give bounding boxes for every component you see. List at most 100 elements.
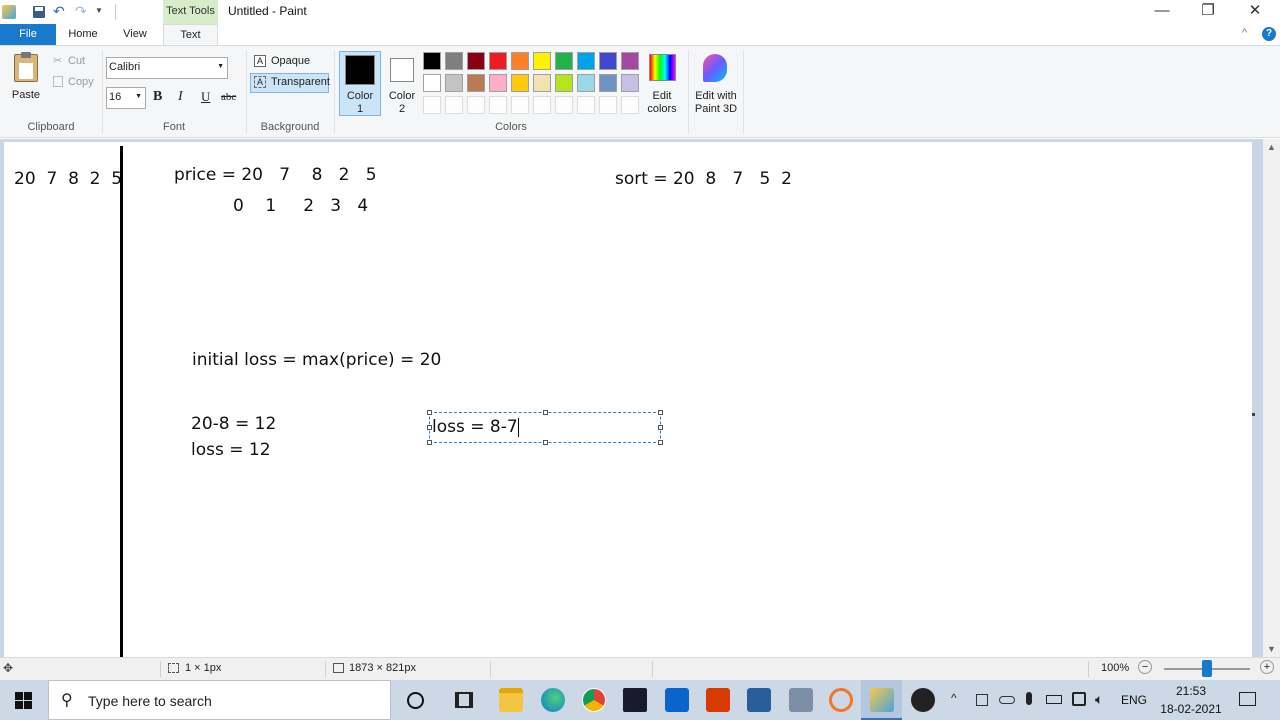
strikethrough-button[interactable]: abc xyxy=(221,91,236,103)
resize-handle[interactable] xyxy=(658,425,663,430)
transparent-button[interactable]: Transparent xyxy=(271,76,330,88)
microphone-icon[interactable] xyxy=(1026,692,1032,705)
custom-color-slot[interactable] xyxy=(599,96,617,114)
task-view-icon[interactable] xyxy=(455,692,473,708)
paint-app-icon[interactable] xyxy=(2,5,16,19)
cortana-icon[interactable] xyxy=(407,692,424,709)
undo-icon[interactable]: ↶ xyxy=(53,3,67,19)
bold-button[interactable]: B xyxy=(153,89,162,105)
canvas-resize-handle[interactable] xyxy=(1252,413,1255,416)
palette-swatch[interactable] xyxy=(511,74,529,92)
volume-icon[interactable]: 🔈︎ xyxy=(1095,691,1103,708)
palette-swatch[interactable] xyxy=(599,52,617,70)
tray-app-icon[interactable] xyxy=(976,694,988,706)
file-explorer-icon[interactable] xyxy=(499,688,523,712)
palette-swatch[interactable] xyxy=(555,52,573,70)
font-size-select[interactable]: 16 ▼ xyxy=(106,87,146,109)
paint-taskbar-icon[interactable] xyxy=(870,688,894,712)
tab-file[interactable]: File xyxy=(0,24,56,45)
resize-handle[interactable] xyxy=(543,440,548,445)
palette-swatch[interactable] xyxy=(599,74,617,92)
restore-button[interactable]: ❐ xyxy=(1185,0,1231,24)
underline-button[interactable]: U xyxy=(201,89,210,105)
color2-swatch[interactable] xyxy=(390,58,414,82)
resize-handle[interactable] xyxy=(543,410,548,415)
tab-home[interactable]: Home xyxy=(60,24,106,45)
show-hidden-icons[interactable]: ^ xyxy=(951,691,957,705)
palette-swatch[interactable] xyxy=(621,52,639,70)
custom-color-slot[interactable] xyxy=(423,96,441,114)
edit-colors-icon[interactable] xyxy=(649,54,676,81)
custom-color-slot[interactable] xyxy=(577,96,595,114)
collapse-ribbon-icon[interactable]: ^ xyxy=(1242,27,1247,39)
store-icon[interactable] xyxy=(623,688,647,712)
resize-handle[interactable] xyxy=(658,440,663,445)
italic-button[interactable]: I xyxy=(178,89,183,105)
custom-color-slot[interactable] xyxy=(533,96,551,114)
custom-color-slot[interactable] xyxy=(511,96,529,114)
drawing-canvas[interactable]: 20 7 8 2 5 price = 20 7 8 2 5 0 1 2 3 4 … xyxy=(4,142,1252,657)
battery-icon[interactable] xyxy=(1046,695,1062,704)
copy-button[interactable]: Copy xyxy=(68,76,94,88)
paste-icon[interactable] xyxy=(14,52,38,82)
vscode-icon[interactable] xyxy=(747,688,771,712)
font-family-select[interactable]: Calibri ▼ xyxy=(106,57,228,79)
palette-swatch[interactable] xyxy=(423,74,441,92)
text-input-value[interactable]: loss = 8-7 xyxy=(432,417,518,437)
palette-swatch[interactable] xyxy=(489,52,507,70)
snipping-tool-icon[interactable] xyxy=(789,688,813,712)
palette-swatch[interactable] xyxy=(445,74,463,92)
palette-swatch[interactable] xyxy=(467,52,485,70)
palette-swatch[interactable] xyxy=(423,52,441,70)
zoom-out-button[interactable]: − xyxy=(1138,660,1152,674)
custom-color-slot[interactable] xyxy=(445,96,463,114)
paste-button[interactable]: Paste xyxy=(8,89,44,101)
office-icon[interactable] xyxy=(706,688,730,712)
clock-date[interactable]: 18-02-2021 xyxy=(1153,702,1229,716)
language-indicator[interactable]: ENG xyxy=(1121,693,1147,707)
edge-icon[interactable] xyxy=(541,688,565,712)
palette-swatch[interactable] xyxy=(533,74,551,92)
cut-icon[interactable]: ✂ xyxy=(53,54,62,67)
opaque-icon[interactable]: A xyxy=(254,55,266,67)
edit-colors-button[interactable]: Edit xyxy=(642,90,682,102)
palette-swatch[interactable] xyxy=(555,74,573,92)
edit-with-paint3d-button[interactable]: Edit with xyxy=(690,90,742,102)
palette-swatch[interactable] xyxy=(489,74,507,92)
resize-handle[interactable] xyxy=(427,410,432,415)
palette-swatch[interactable] xyxy=(577,52,595,70)
custom-color-slot[interactable] xyxy=(555,96,573,114)
customize-quick-access-icon[interactable]: ▼ xyxy=(95,6,103,15)
jupyter-icon[interactable] xyxy=(829,688,853,712)
color2-label[interactable]: Color xyxy=(381,90,423,102)
palette-swatch[interactable] xyxy=(577,74,595,92)
network-icon[interactable] xyxy=(1072,692,1086,706)
palette-swatch[interactable] xyxy=(533,52,551,70)
chrome-icon[interactable] xyxy=(582,688,606,712)
zoom-slider-thumb[interactable] xyxy=(1202,660,1212,677)
redo-icon[interactable]: ↷ xyxy=(75,3,89,19)
scroll-down-icon[interactable]: ▼ xyxy=(1267,644,1276,654)
paint3d-icon[interactable] xyxy=(703,54,727,82)
palette-swatch[interactable] xyxy=(467,74,485,92)
custom-color-slot[interactable] xyxy=(489,96,507,114)
resize-handle[interactable] xyxy=(427,425,432,430)
help-icon[interactable]: ? xyxy=(1262,27,1276,41)
cut-button[interactable]: Cut xyxy=(68,55,85,67)
onedrive-icon[interactable] xyxy=(999,696,1015,704)
tab-text[interactable]: Text xyxy=(163,24,218,46)
zoom-in-button[interactable]: + xyxy=(1260,660,1274,674)
close-button[interactable]: ✕ xyxy=(1232,0,1278,24)
scroll-up-icon[interactable]: ▲ xyxy=(1267,142,1276,152)
opaque-button[interactable]: Opaque xyxy=(271,55,310,67)
clock-time[interactable]: 21:53 xyxy=(1158,684,1224,698)
taskbar-search-box[interactable]: ⚲ Type here to search xyxy=(48,680,391,720)
obs-icon[interactable] xyxy=(911,688,935,712)
custom-color-slot[interactable] xyxy=(621,96,639,114)
mail-icon[interactable] xyxy=(665,688,689,712)
notifications-icon[interactable] xyxy=(1239,692,1256,706)
save-icon[interactable] xyxy=(33,6,45,18)
text-input-box[interactable]: loss = 8-7 xyxy=(427,410,663,445)
palette-swatch[interactable] xyxy=(621,74,639,92)
start-windows-icon[interactable] xyxy=(15,692,32,709)
